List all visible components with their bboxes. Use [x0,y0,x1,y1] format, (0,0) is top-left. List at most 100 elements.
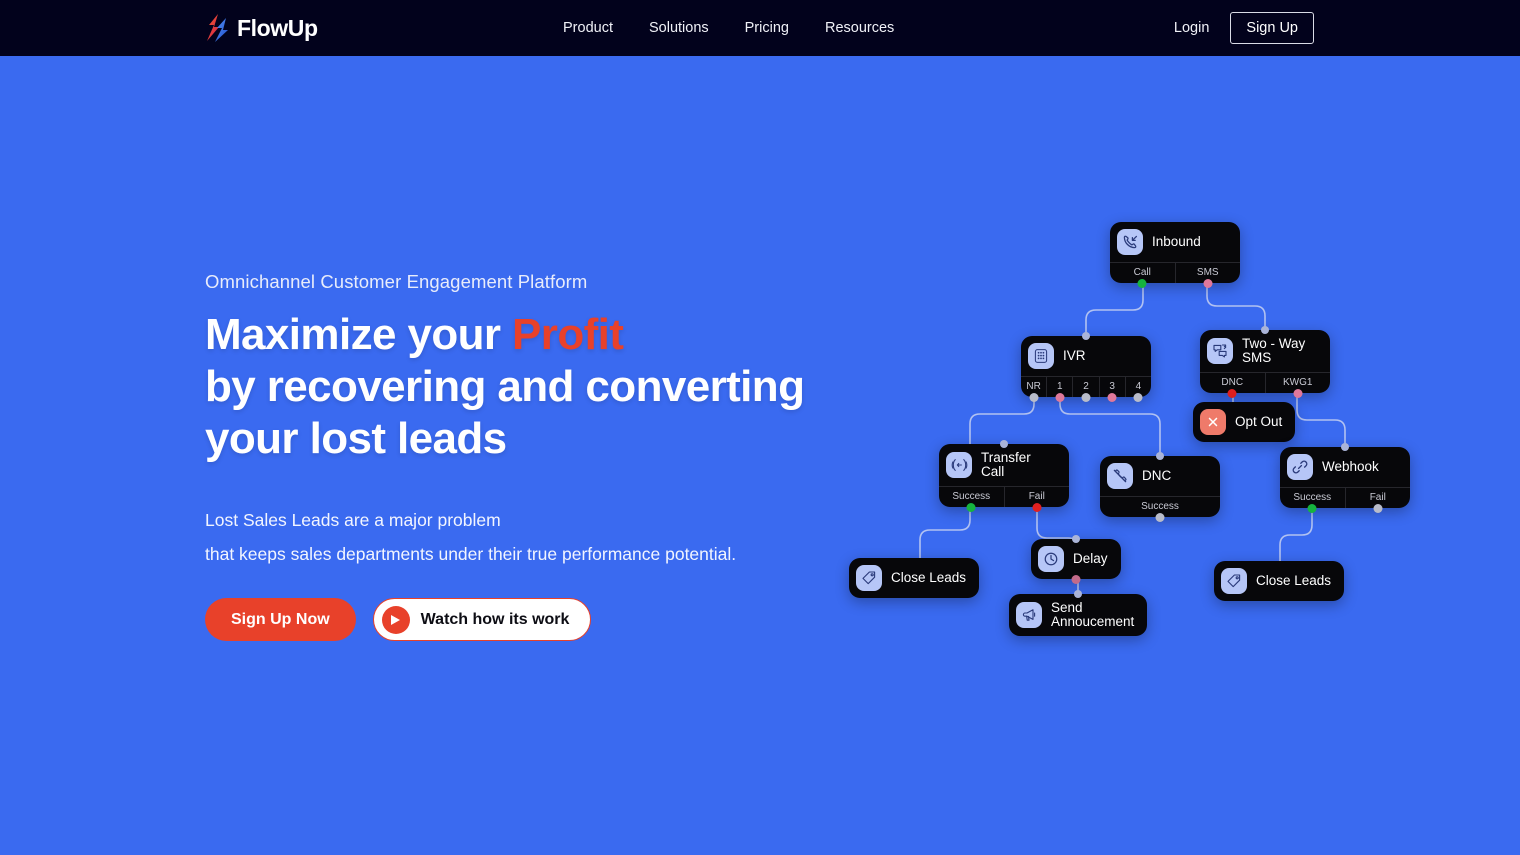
port-sms[interactable]: SMS [1174,263,1241,288]
flow-node-dnc[interactable]: DNC Success [1100,451,1220,522]
main-nav: Product Solutions Pricing Resources [563,20,894,36]
node-header: Send Annoucement [1009,594,1147,636]
brand-name: FlowUp [237,14,318,41]
port-dot-sms[interactable] [1203,278,1213,288]
port-2[interactable]: 2 [1072,377,1098,402]
incoming-call-icon [1117,229,1143,255]
signup-button[interactable]: Sign Up [1230,12,1314,44]
flow-node-close-leads-right[interactable]: Close Leads [1214,561,1345,601]
node-title: Send Annoucement [1051,600,1135,629]
port-label: 2 [1083,381,1089,392]
flow-node-webhook[interactable]: Webhook Success Fail [1280,442,1411,513]
node-header: Webhook [1280,447,1410,487]
nav-item-product[interactable]: Product [563,20,613,36]
node-title: Two - Way SMS [1242,336,1306,365]
port-nr[interactable]: NR [1021,377,1046,402]
port-label: Fail [1369,492,1386,503]
port-dnc[interactable]: DNC [1200,373,1265,398]
clock-icon [1038,546,1064,572]
node-input-dot[interactable] [1074,589,1083,598]
megaphone-icon [1016,602,1042,628]
port-success[interactable]: Success [1280,488,1345,513]
port-1[interactable]: 1 [1046,377,1072,402]
tag-icon [1221,568,1247,594]
port-dot-1[interactable] [1055,392,1065,402]
port-dot-nr[interactable] [1029,392,1039,402]
tag-icon [856,565,882,591]
port-dot-success[interactable] [1307,503,1317,513]
node-header: Inbound [1110,222,1240,262]
port-label: Success [952,491,991,502]
port-label: 1 [1057,381,1063,392]
node-input-dot[interactable] [1156,451,1164,460]
workflow-diagram: Inbound Call SMS IVR NR 1 2 3 4 Two - Wa… [0,0,1520,855]
node-ports: Success Fail [939,486,1070,512]
port-dot-call[interactable] [1137,278,1147,288]
node-title: Close Leads [891,570,967,585]
brand-logo[interactable]: FlowUp [204,13,318,43]
node-output-dot[interactable] [1071,574,1081,584]
node-header: Close Leads [1214,561,1344,601]
link-chain-icon [1287,454,1313,480]
nav-item-pricing[interactable]: Pricing [745,20,789,36]
auth-actions: Login Sign Up [1174,12,1314,44]
port-label: 4 [1135,381,1142,392]
port-label: Call [1133,267,1151,278]
node-title: Inbound [1152,234,1201,249]
port-dot-kwg1[interactable] [1293,388,1303,398]
port-dot-fail[interactable] [1032,502,1042,512]
node-title: DNC [1142,468,1172,483]
nav-item-solutions[interactable]: Solutions [649,20,709,36]
port-4[interactable]: 4 [1124,377,1151,402]
flow-node-ivr[interactable]: IVR NR 1 2 3 4 [1021,331,1151,402]
node-title: Close Leads [1256,573,1332,588]
node-input-dot[interactable] [1341,442,1349,451]
flow-node-delay[interactable]: Delay [1031,534,1121,584]
flowup-flame-logo-icon [207,14,228,42]
flow-node-opt-out[interactable]: Opt Out [1193,402,1296,442]
port-dot-fail[interactable] [1373,503,1383,513]
port-dot-2[interactable] [1081,392,1091,402]
flow-node-close-leads-left[interactable]: Close Leads [849,558,980,598]
port-label: Fail [1028,491,1045,502]
node-header: DNC [1100,456,1220,496]
port-kwg1[interactable]: KWG1 [1264,373,1331,398]
port-label: SMS [1196,267,1219,278]
port-dot-success[interactable] [966,502,976,512]
port-dot-success[interactable] [1155,512,1165,522]
node-header: IVR [1021,336,1151,376]
port-success[interactable]: Success [1100,497,1220,522]
node-input-dot[interactable] [1261,325,1269,334]
node-input-dot[interactable] [1082,331,1090,340]
port-label: KWG1 [1283,377,1313,388]
port-call[interactable]: Call [1110,263,1175,288]
transfer-call-icon [946,452,972,478]
node-ports: NR 1 2 3 4 [1021,376,1151,402]
site-header: FlowUp Product Solutions Pricing Resourc… [0,0,1520,56]
port-dot-4[interactable] [1133,392,1143,402]
port-fail[interactable]: Fail [1003,487,1070,512]
port-success[interactable]: Success [939,487,1004,512]
node-ports: Success [1100,496,1220,522]
nav-item-resources[interactable]: Resources [825,20,894,36]
flow-node-two-way-sms[interactable]: Two - Way SMS DNC KWG1 [1200,325,1331,398]
node-title: IVR [1063,348,1086,363]
node-input-dot[interactable] [1000,439,1008,448]
node-title: Opt Out [1235,414,1283,429]
node-title: Webhook [1322,459,1379,474]
port-fail[interactable]: Fail [1344,488,1411,513]
flow-node-transfer-call[interactable]: Transfer Call Success Fail [939,439,1070,512]
port-dot-dnc[interactable] [1227,388,1237,398]
node-input-dot[interactable] [1071,534,1080,543]
node-header: Close Leads [849,558,979,598]
node-ports: Call SMS [1110,262,1241,288]
node-title: Delay [1073,551,1108,566]
flow-node-inbound[interactable]: Inbound Call SMS [1110,222,1241,288]
node-ports: Success Fail [1280,487,1411,513]
port-3[interactable]: 3 [1098,377,1125,402]
flow-node-send-annoucement[interactable]: Send Annoucement [1009,589,1148,636]
node-ports: DNC KWG1 [1200,372,1331,398]
port-dot-3[interactable] [1107,392,1117,402]
port-label: NR [1026,381,1041,392]
login-link[interactable]: Login [1174,20,1209,36]
